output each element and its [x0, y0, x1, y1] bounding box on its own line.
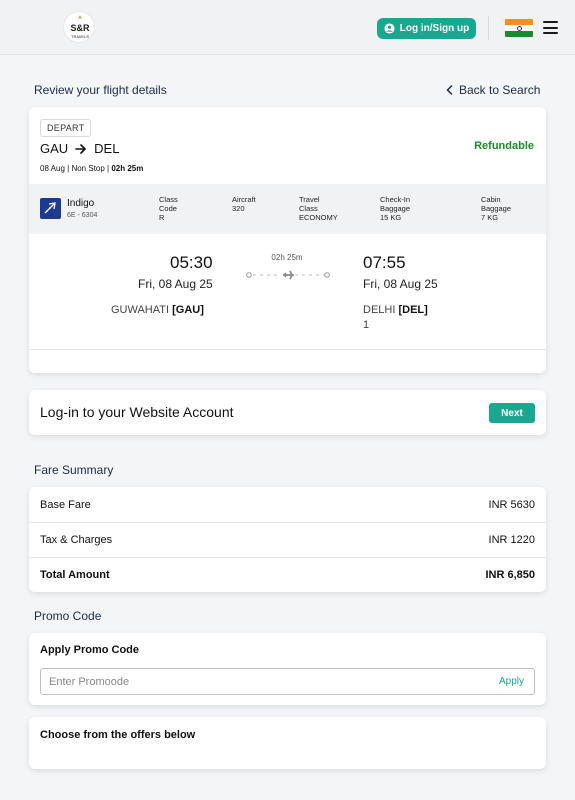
arrival-city: DELHI [363, 304, 396, 316]
cabin-baggage-label: Cabin [481, 195, 501, 204]
account-login-title: Log-in to your Website Account [40, 404, 234, 420]
travel-class-value: ECONOMY [299, 213, 338, 222]
back-to-search-label: Back to Search [459, 83, 541, 97]
class-code-value: R [159, 213, 165, 222]
class-code-info: Class Code R [159, 195, 178, 222]
flight-date: 08 Aug [40, 164, 65, 173]
svg-text:TRAVELS: TRAVELS [71, 34, 89, 39]
flight-number: 6E - 6304 [67, 212, 98, 219]
svg-text:S&R: S&R [70, 23, 90, 33]
chevron-left-icon [446, 85, 453, 95]
apply-promo-button[interactable]: Apply [499, 676, 524, 687]
top-nav-bar: S&R TRAVELS Log in/Sign up [0, 0, 575, 55]
login-signup-label: Log in/Sign up [399, 23, 470, 34]
back-to-search-link[interactable]: Back to Search [446, 83, 540, 97]
travel-class-info: Travel Class ECONOMY [299, 195, 338, 222]
arrow-right-icon [75, 143, 86, 154]
fare-row-tax: Tax & Charges INR 1220 [29, 522, 546, 557]
flight-summary-line: 08 Aug | Non Stop | 02h 25m [40, 164, 144, 173]
class-code-label: Class [159, 195, 178, 204]
airline-info-strip: Indigo 6E - 6304 Class Code R Aircraft 3… [29, 184, 546, 234]
indigo-logo-icon [40, 198, 61, 219]
fare-row-total: Total Amount INR 6,850 [29, 557, 546, 592]
arrival-code: [DEL] [398, 304, 428, 316]
flight-stops: Non Stop [71, 164, 105, 173]
departure-time: 05:30 [170, 253, 213, 272]
header-divider [488, 16, 489, 40]
user-icon [384, 23, 395, 34]
offers-card: Choose from the offers below [29, 717, 546, 769]
aircraft-info: Aircraft 320 [232, 195, 256, 213]
flight-route: GAU DEL [40, 141, 119, 156]
flight-details-card: DEPART GAU DEL 08 Aug | Non Stop | 02h 2… [29, 107, 546, 373]
checkin-baggage-value: 15 KG [380, 213, 402, 222]
refundable-status: Refundable [474, 140, 534, 152]
promo-code-input[interactable] [49, 675, 409, 688]
arrival-airport: DELHI [DEL] [363, 304, 428, 316]
card-divider [29, 349, 546, 350]
login-signup-button[interactable]: Log in/Sign up [377, 18, 476, 39]
aircraft-value: 320 [232, 204, 245, 213]
account-login-card: Log-in to your Website Account Next [29, 390, 546, 435]
promo-code-card: Apply Promo Code Apply [29, 633, 546, 705]
base-fare-label: Base Fare [40, 498, 91, 511]
flight-path-icon [246, 270, 330, 280]
departure-code: [GAU] [172, 304, 204, 316]
india-flag-icon[interactable] [505, 19, 533, 37]
promo-input-box: Apply [40, 668, 535, 695]
fare-summary-title: Fare Summary [34, 463, 114, 477]
base-fare-value: INR 5630 [488, 498, 535, 511]
promo-code-title: Promo Code [34, 609, 102, 623]
flight-duration: 02h 25m [111, 164, 144, 173]
menu-icon[interactable] [543, 21, 558, 34]
total-amount-value: INR 6,850 [485, 569, 535, 581]
fare-row-base: Base Fare INR 5630 [29, 487, 546, 522]
apply-promo-label: Apply Promo Code [40, 644, 140, 656]
cabin-baggage-info: Cabin Baggage 7 KG [481, 195, 512, 222]
total-amount-label: Total Amount [40, 569, 110, 581]
review-flight-title: Review your flight details [34, 83, 167, 97]
route-destination: DEL [94, 141, 120, 156]
brand-logo[interactable]: S&R TRAVELS [63, 11, 95, 43]
departure-date: Fri, 08 Aug 25 [138, 277, 213, 291]
offers-title: Choose from the offers below [40, 729, 196, 741]
checkin-baggage-label: Check-In [380, 195, 411, 204]
departure-airport: GUWAHATI [GAU] [111, 304, 204, 316]
checkin-baggage-info: Check-In Baggage 15 KG [380, 195, 411, 222]
travel-class-label: Travel [299, 195, 320, 204]
aircraft-label: Aircraft [232, 195, 256, 204]
tax-charges-label: Tax & Charges [40, 534, 113, 546]
next-button[interactable]: Next [489, 403, 535, 423]
arrival-date: Fri, 08 Aug 25 [363, 277, 438, 291]
leg-duration: 02h 25m [271, 253, 303, 262]
depart-badge: DEPART [40, 119, 92, 137]
route-origin: GAU [40, 141, 69, 156]
tax-charges-value: INR 1220 [488, 534, 535, 546]
arrival-time: 07:55 [363, 253, 406, 272]
departure-city: GUWAHATI [111, 304, 170, 316]
cabin-baggage-value: 7 KG [481, 213, 499, 222]
airline-name: Indigo [67, 198, 95, 209]
arrival-terminal: 1 [363, 319, 370, 331]
fare-summary-card: Base Fare INR 5630 Tax & Charges INR 122… [29, 487, 546, 592]
